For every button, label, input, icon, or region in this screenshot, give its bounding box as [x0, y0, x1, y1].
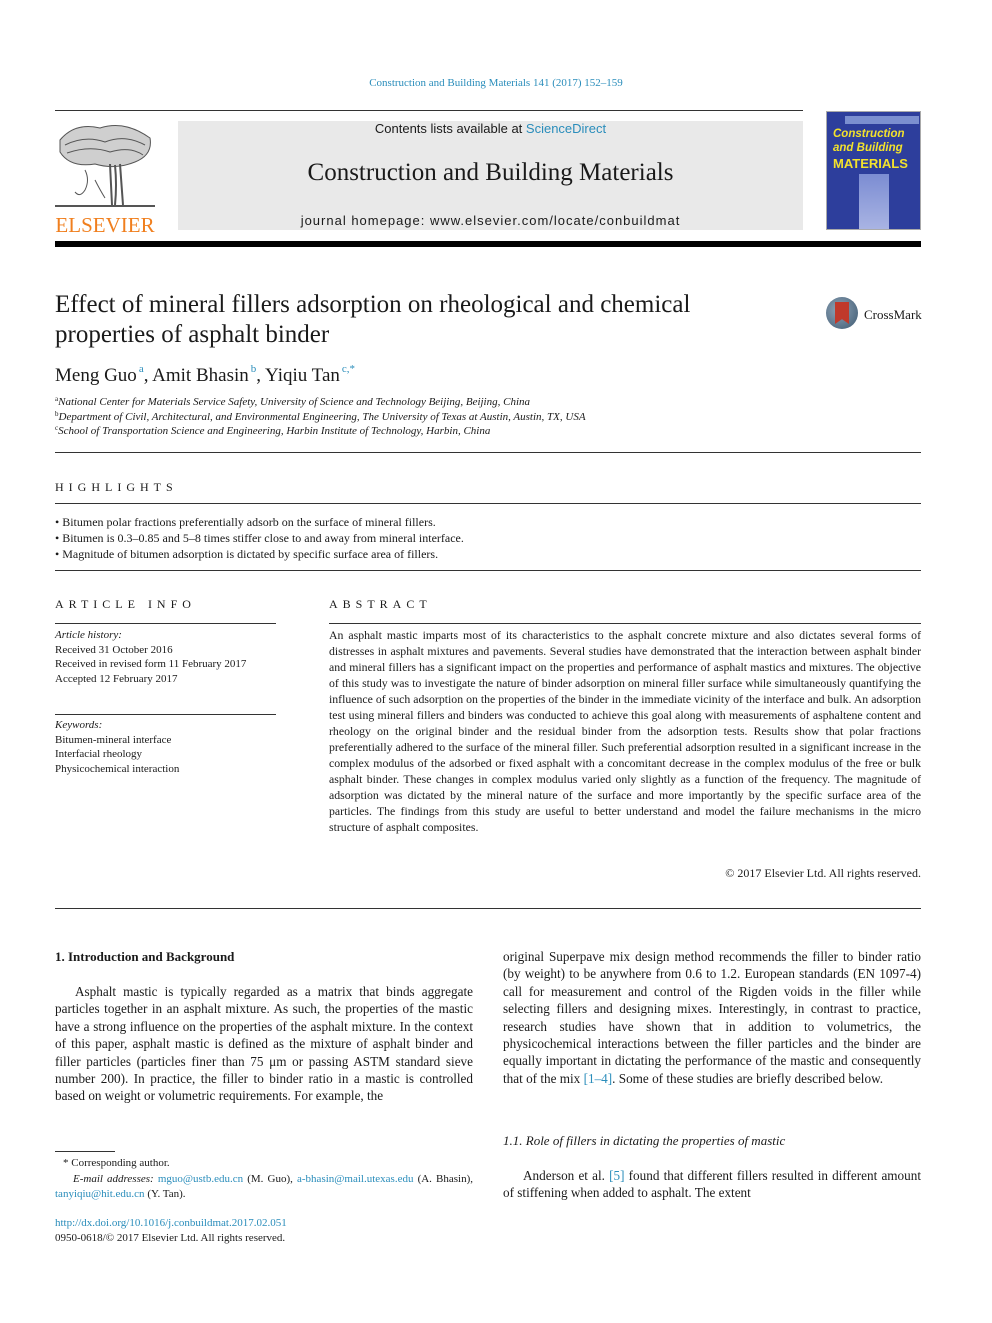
- author-sep: ,: [256, 365, 266, 386]
- elsevier-logo[interactable]: ELSEVIER: [55, 120, 155, 237]
- divider: [55, 908, 921, 909]
- author-affil-link[interactable]: c,*: [342, 363, 355, 375]
- subsection-heading: 1.1. Role of fillers in dictating the pr…: [503, 1133, 786, 1148]
- doi-link[interactable]: http://dx.doi.org/10.1016/j.conbuildmat.…: [55, 1216, 287, 1231]
- author-list: Meng Guo a, Amit Bhasin b, Yiqiu Tan c,*: [55, 363, 355, 387]
- contents-prefix: Contents lists available at: [374, 121, 526, 136]
- crossmark-badge[interactable]: CrossMark: [826, 297, 926, 333]
- keyword: Bitumen-mineral interface: [55, 733, 172, 746]
- email-link[interactable]: tanyiqiu@hit.edu.cn: [55, 1188, 145, 1200]
- contents-line: Contents lists available at ScienceDirec…: [178, 121, 803, 137]
- elsevier-tree-icon: [55, 125, 155, 207]
- email-link[interactable]: a-bhasin@mail.utexas.edu: [297, 1173, 413, 1185]
- reference-link[interactable]: [1–4]: [584, 1071, 613, 1086]
- abstract-text: An asphalt mastic imparts most of its ch…: [329, 628, 921, 834]
- footnote-divider: [55, 1151, 115, 1152]
- cover-title: Construction and Building: [833, 128, 905, 154]
- article-history: Article history: Received 31 October 201…: [55, 628, 246, 686]
- journal-banner: Contents lists available at ScienceDirec…: [178, 121, 803, 230]
- affiliation: cSchool of Transportation Science and En…: [55, 424, 491, 437]
- history-label: Article history:: [55, 629, 122, 641]
- affiliation: bDepartment of Civil, Architectural, and…: [55, 410, 586, 423]
- journal-cover-image[interactable]: Construction and Building MATERIALS: [826, 111, 921, 230]
- reference-link[interactable]: [5]: [609, 1168, 624, 1183]
- divider: [55, 503, 921, 504]
- publisher-name: ELSEVIER: [55, 213, 155, 237]
- body-paragraph: original Superpave mix design method rec…: [503, 949, 921, 1086]
- sciencedirect-link[interactable]: ScienceDirect: [526, 121, 606, 136]
- keywords-label: Keywords:: [55, 719, 103, 731]
- cover-graphic: [859, 174, 889, 229]
- section-heading: 1. Introduction and Background: [55, 949, 235, 964]
- journal-title: Construction and Building Materials: [307, 159, 674, 186]
- keyword: Interfacial rheology: [55, 748, 143, 760]
- header-divider: [55, 110, 803, 111]
- highlight-item: • Bitumen is 0.3–0.85 and 5–8 times stif…: [55, 531, 464, 545]
- highlight-item: • Magnitude of bitumen adsorption is dic…: [55, 547, 439, 561]
- affiliation: aNational Center for Materials Service S…: [55, 395, 531, 408]
- abstract-heading: ABSTRACT: [329, 597, 432, 611]
- header-thick-divider: [55, 241, 921, 247]
- cover-subtitle: MATERIALS: [833, 156, 908, 171]
- crossmark-label: CrossMark: [864, 307, 922, 322]
- author[interactable]: Yiqiu Tan: [265, 365, 340, 386]
- body-paragraph: Anderson et al. [5] found that different…: [503, 1168, 921, 1201]
- divider: [55, 714, 276, 715]
- journal-homepage[interactable]: journal homepage: www.elsevier.com/locat…: [178, 213, 803, 228]
- article-info-heading: ARTICLE INFO: [55, 597, 196, 611]
- email-link[interactable]: mguo@ustb.edu.cn: [158, 1173, 243, 1185]
- highlights-heading: HIGHLIGHTS: [55, 480, 178, 494]
- author[interactable]: Meng Guo: [55, 365, 137, 386]
- divider: [55, 452, 921, 453]
- history-accepted: Accepted 12 February 2017: [55, 672, 178, 685]
- issn-copyright: 0950-0618/© 2017 Elsevier Ltd. All right…: [55, 1232, 286, 1244]
- keywords: Keywords: Bitumen-mineral interface Inte…: [55, 718, 179, 776]
- journal-citation[interactable]: Construction and Building Materials 141 …: [0, 77, 992, 89]
- highlight-item: • Bitumen polar fractions preferentially…: [55, 515, 436, 529]
- email-footnote: E-mail addresses: mguo@ustb.edu.cn (M. G…: [55, 1173, 474, 1200]
- body-paragraph: Asphalt mastic is typically regarded as …: [55, 984, 473, 1104]
- divider: [55, 623, 276, 624]
- divider: [329, 623, 921, 624]
- divider: [55, 570, 921, 571]
- article-title: Effect of mineral fillers adsorption on …: [55, 291, 691, 348]
- author[interactable]: Amit Bhasin: [152, 365, 249, 386]
- history-revised: Received in revised form 11 February 201…: [55, 658, 247, 670]
- corresponding-author-note: * Corresponding author.: [63, 1157, 170, 1169]
- keyword: Physicochemical interaction: [55, 762, 180, 775]
- abstract-copyright: © 2017 Elsevier Ltd. All rights reserved…: [725, 866, 921, 880]
- history-received: Received 31 October 2016: [55, 643, 173, 656]
- author-sep: ,: [143, 365, 153, 386]
- cover-strip: [845, 116, 919, 124]
